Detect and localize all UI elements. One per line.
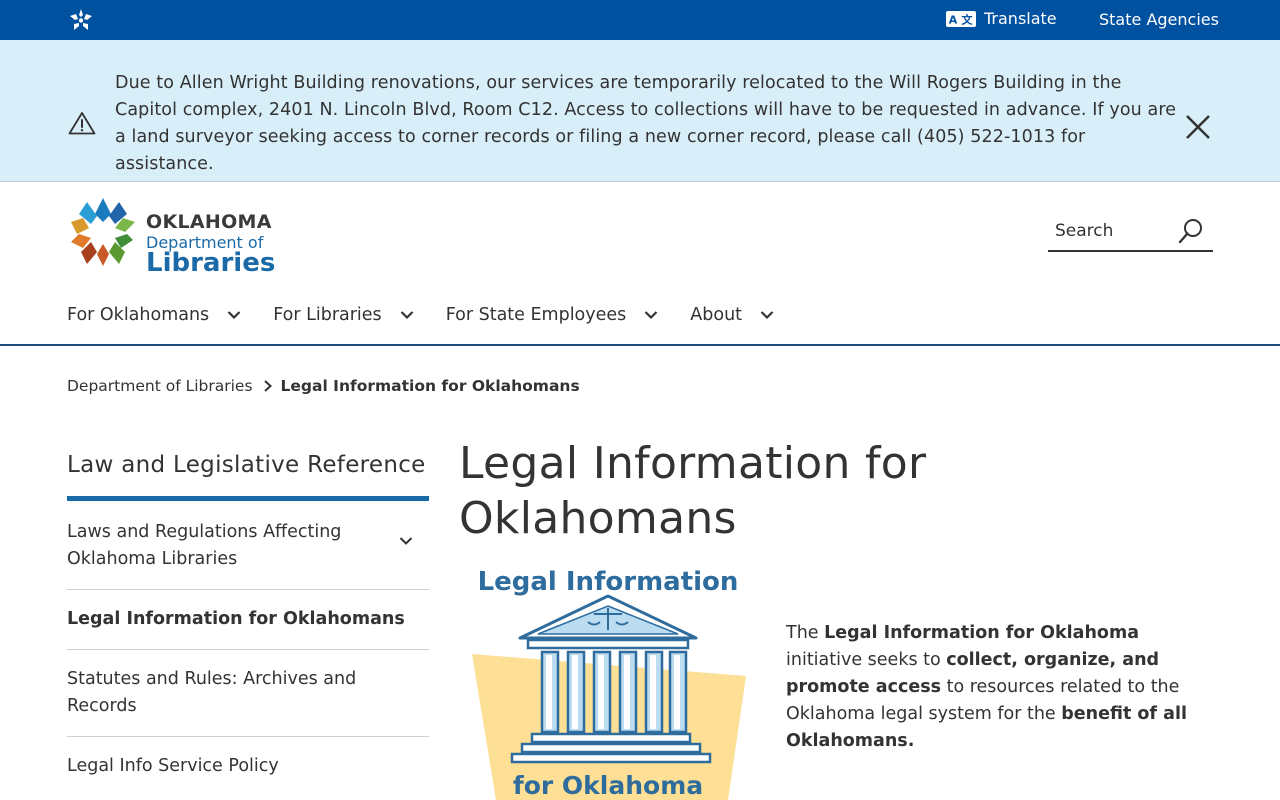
search-input[interactable] <box>1048 212 1168 250</box>
alert-banner: Due to Allen Wright Building renovations… <box>0 40 1280 182</box>
close-icon[interactable] <box>1184 113 1212 141</box>
logo-line-oklahoma: OKLAHOMA <box>146 211 272 233</box>
chevron-down-icon <box>645 311 658 320</box>
sidebar-item-laws-and-regulations[interactable]: Laws and Regulations Affecting Oklahoma … <box>67 501 429 590</box>
breadcrumb-current: Legal Information for Oklahomans <box>280 377 580 395</box>
warning-icon <box>68 112 96 135</box>
top-bar: A 文 Translate State Agencies <box>0 0 1280 40</box>
svg-text:A: A <box>949 13 958 26</box>
oklahoma-star-icon[interactable] <box>69 9 93 31</box>
chevron-down-icon <box>227 311 241 320</box>
nav-item-for-state-employees[interactable]: For State Employees <box>446 300 659 330</box>
chevron-down-icon[interactable] <box>399 536 413 546</box>
intro-bold: Legal Information for Oklahoma <box>824 623 1139 643</box>
state-agencies-link[interactable]: State Agencies <box>1099 10 1219 29</box>
nav-item-label: For Libraries <box>273 305 382 325</box>
translate-icon: A 文 <box>946 10 976 27</box>
site-logo[interactable]: OKLAHOMA Department of Libraries <box>67 196 275 278</box>
intro-text: The <box>786 623 825 643</box>
graphic-top-text: Legal Information <box>478 567 739 597</box>
logo-line-libraries: Libraries <box>146 248 276 278</box>
translate-label: Translate <box>984 9 1057 28</box>
page-title: Legal Information for Oklahomans <box>459 438 927 544</box>
intro-text: initiative seeks to <box>786 650 947 670</box>
nav-item-for-oklahomans[interactable]: For Oklahomans <box>67 300 241 330</box>
sidebar-item-legal-info-policy[interactable]: Legal Info Service Policy <box>67 737 429 796</box>
breadcrumb: Department of Libraries Legal Informatio… <box>67 377 580 395</box>
chevron-right-icon <box>263 380 272 392</box>
chevron-down-icon <box>760 311 774 320</box>
sidebar-item-statutes-and-rules[interactable]: Statutes and Rules: Archives and Records <box>67 650 429 737</box>
graphic-bottom-text: for Oklahoma <box>513 771 703 800</box>
search-box <box>1048 212 1213 252</box>
legal-information-graphic: Legal Information for Oklahoma <box>472 567 746 800</box>
logo-star-icon <box>71 198 135 266</box>
main-navigation: For Oklahomans For Libraries For State E… <box>67 300 806 330</box>
sidebar-item-label: Legal Info Service Policy <box>67 756 279 776</box>
nav-item-label: About <box>690 305 743 325</box>
translate-button[interactable]: A 文 Translate <box>946 9 1057 28</box>
sidebar-title: Law and Legislative Reference <box>67 450 429 501</box>
sidebar-item-label: Statutes and Rules: Archives and Records <box>67 669 357 716</box>
chevron-down-icon <box>400 311 413 320</box>
svg-text:文: 文 <box>962 12 974 26</box>
site-header: OKLAHOMA Department of Libraries For Okl… <box>0 182 1280 346</box>
nav-item-label: For State Employees <box>445 305 627 325</box>
breadcrumb-parent-link[interactable]: Department of Libraries <box>67 377 253 395</box>
nav-item-label: For Oklahomans <box>67 305 210 325</box>
sidebar: Law and Legislative Reference Laws and R… <box>67 450 429 796</box>
intro-paragraph: The Legal Information for Oklahoma initi… <box>786 620 1216 755</box>
alert-message: Due to Allen Wright Building renovations… <box>115 73 1177 174</box>
nav-item-for-libraries[interactable]: For Libraries <box>273 300 414 330</box>
search-icon[interactable] <box>1178 218 1204 244</box>
nav-item-about[interactable]: About <box>690 300 774 330</box>
sidebar-item-legal-information[interactable]: Legal Information for Oklahomans <box>67 590 429 650</box>
sidebar-item-label: Legal Information for Oklahomans <box>67 609 405 629</box>
sidebar-item-label: Laws and Regulations Affecting Oklahoma … <box>67 522 342 569</box>
